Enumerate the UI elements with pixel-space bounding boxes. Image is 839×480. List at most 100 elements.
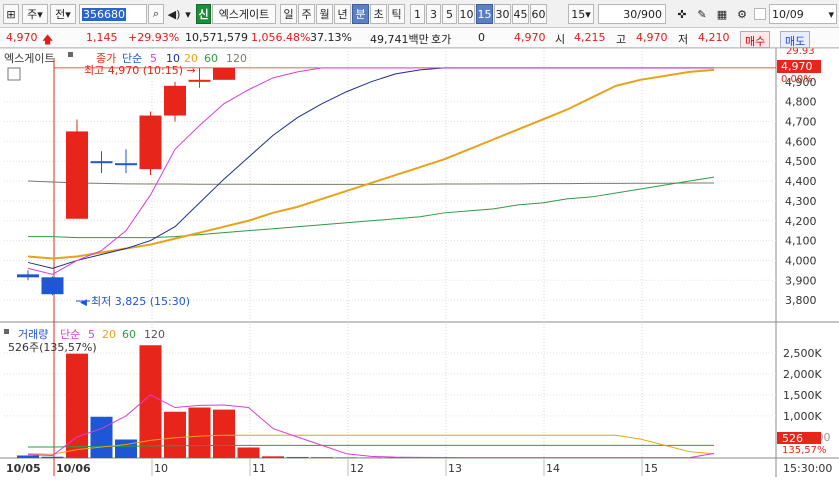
count-input[interactable]: 30/900 xyxy=(598,4,666,24)
chart-area[interactable]: 최고 4,970 (10:15) →◀최저 3,825 (15:30)엑스게이트… xyxy=(0,48,839,477)
open-label: 시 xyxy=(555,31,565,47)
price-legend-1: 단순 xyxy=(122,52,142,65)
stock-name-label: 엑스게이트 xyxy=(219,6,270,22)
period-button-4[interactable]: 분 xyxy=(352,4,369,24)
quote-turnover: 37.13% xyxy=(310,31,352,44)
chart-svg[interactable]: 최고 4,970 (10:15) →◀최저 3,825 (15:30)엑스게이트… xyxy=(0,48,839,477)
quote-volume-pct: 1,056.48% xyxy=(251,31,310,44)
low-arrow-icon: ◀ xyxy=(80,298,87,308)
interval-button-60[interactable]: 60 xyxy=(530,4,547,24)
chevron-down-icon[interactable]: ▾ xyxy=(183,4,193,24)
interval-button-1[interactable]: 1 xyxy=(410,4,425,24)
new-badge-label: 신 xyxy=(198,6,208,22)
vol-badge-value: 526 xyxy=(782,432,803,445)
volume-bar xyxy=(238,447,260,458)
volume-bar xyxy=(213,410,235,458)
period-button-1[interactable]: 주 xyxy=(298,4,315,24)
badge-current-price: 4,970 xyxy=(781,60,813,73)
date-checkbox[interactable] xyxy=(754,8,766,20)
volume-bar xyxy=(311,457,333,458)
vol-legend-0: 거래량 xyxy=(18,328,48,341)
x-axis-end-label: 15:30:00 xyxy=(783,462,832,475)
search-icon[interactable]: ⌕ xyxy=(148,4,164,24)
price-legend-2: 5 xyxy=(150,52,157,65)
price-tick-label: 4,100 xyxy=(785,235,817,248)
x-axis-label: 13 xyxy=(448,462,462,475)
price-legend-5: 60 xyxy=(204,52,218,65)
hoga-label: 호가 xyxy=(431,31,451,47)
quote-amount: 49,741백만 xyxy=(370,31,429,47)
x-axis-label: 11 xyxy=(252,462,266,475)
vol-legend-3: 20 xyxy=(102,328,116,341)
period-button-5[interactable]: 초 xyxy=(370,4,387,24)
hoga-value: 0 xyxy=(478,31,485,44)
date-input[interactable]: 10/09 ▾ xyxy=(769,4,837,24)
code-input[interactable]: 356680 xyxy=(79,4,147,24)
stock-name[interactable]: 엑스게이트 xyxy=(212,4,276,24)
price-tick-label: 4,800 xyxy=(785,96,817,109)
low-value: 4,210 xyxy=(698,31,730,44)
period-button-6[interactable]: 틱 xyxy=(388,4,405,24)
candle-body xyxy=(66,131,88,218)
interval-button-15[interactable]: 15 xyxy=(476,4,493,24)
volume-bar xyxy=(42,457,64,458)
quote-bar: 4,970 🡅 1,145 +29.93% 10,571,579 1,056.4… xyxy=(0,28,839,48)
period-button-0[interactable]: 일 xyxy=(280,4,297,24)
high-label: 고 xyxy=(616,31,626,47)
sell-button[interactable]: 매도 xyxy=(780,31,810,48)
vol-legend-marker xyxy=(4,329,9,334)
interval-button-5[interactable]: 5 xyxy=(442,4,457,24)
code-value: 356680 xyxy=(82,8,126,21)
chart-tools-icon[interactable]: ▦ xyxy=(713,4,731,24)
vol-legend-2: 5 xyxy=(88,328,95,341)
quote-change: 1,145 xyxy=(86,31,118,44)
vol-tick-label: 2,000K xyxy=(783,368,822,381)
volume-bar xyxy=(336,457,358,458)
candle-body xyxy=(189,80,211,82)
vol-legend-5: 120 xyxy=(144,328,165,341)
vol-tick-label: 1,000K xyxy=(783,410,822,423)
market-select[interactable]: 주▾ xyxy=(22,4,48,24)
layout-icon[interactable]: ⊞ xyxy=(3,4,19,24)
price-legend-0: 종가 xyxy=(96,52,116,65)
candle-body xyxy=(213,68,235,80)
interval-select[interactable]: 15▾ xyxy=(568,4,594,24)
candle-body xyxy=(115,163,137,165)
volume-bar xyxy=(360,457,382,458)
quote-current: 4,970 xyxy=(514,31,546,44)
gear-icon[interactable]: ⚙ xyxy=(733,4,751,24)
price-tick-label: 4,000 xyxy=(785,254,817,267)
candle-body xyxy=(91,161,113,163)
high-annotation: 최고 4,970 (10:15) → xyxy=(84,64,196,77)
toolbar: ⊞ 주▾ 전▾ 356680 ⌕ ◀) ▾ 신 엑스게이트 일주월년분초틱135… xyxy=(0,0,839,28)
x-axis-label: 10/05 xyxy=(6,462,41,475)
type-select[interactable]: 전▾ xyxy=(50,4,76,24)
price-tick-label: 3,800 xyxy=(785,294,817,307)
price-tick-label: 4,400 xyxy=(785,175,817,188)
high-value: 4,970 xyxy=(636,31,668,44)
interval-button-10[interactable]: 10 xyxy=(458,4,475,24)
x-axis-label: 10/06 xyxy=(56,462,91,475)
x-axis-label: 14 xyxy=(546,462,560,475)
interval-button-45[interactable]: 45 xyxy=(512,4,529,24)
period-button-3[interactable]: 년 xyxy=(334,4,351,24)
date-value: 10/09 xyxy=(772,8,804,21)
legend-marker xyxy=(68,52,73,57)
new-badge: 신 xyxy=(196,4,211,24)
speaker-icon[interactable]: ◀) xyxy=(166,4,182,24)
interval-button-30[interactable]: 30 xyxy=(494,4,511,24)
period-button-2[interactable]: 월 xyxy=(316,4,333,24)
drawing-tools-icon[interactable]: ✎ xyxy=(693,4,711,24)
badge-pct-change: 29.93 xyxy=(786,48,815,57)
calendar-icon: ▾ xyxy=(828,8,836,21)
buy-button[interactable]: 매수 xyxy=(740,31,770,48)
interval-button-3[interactable]: 3 xyxy=(426,4,441,24)
crosshair-icon[interactable]: ✜ xyxy=(673,4,691,24)
price-tick-label: 4,600 xyxy=(785,135,817,148)
market-label: 주 xyxy=(27,6,37,22)
price-tick-label: 4,700 xyxy=(785,116,817,129)
volume-bar xyxy=(262,456,284,458)
quote-change-pct: +29.93% xyxy=(128,31,179,44)
x-axis-label: 15 xyxy=(644,462,658,475)
x-axis-label: 12 xyxy=(350,462,364,475)
